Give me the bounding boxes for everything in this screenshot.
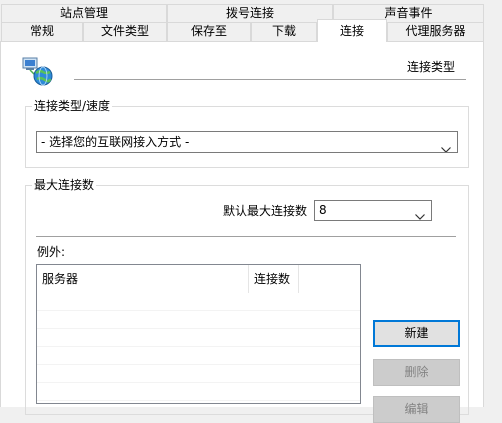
new-button[interactable]: 新建 — [373, 320, 460, 347]
edit-button-label: 编辑 — [404, 402, 429, 416]
column-header-connections-label: 连接数 — [254, 272, 291, 286]
default-max-connections-select[interactable]: 8 — [314, 200, 432, 221]
network-icon — [21, 55, 57, 87]
tab-general[interactable]: 常规 — [1, 22, 83, 41]
tab-download-label: 下载 — [271, 24, 296, 38]
edit-button[interactable]: 编辑 — [373, 396, 460, 423]
connection-type-legend: 连接类型/速度 — [32, 98, 113, 114]
connection-type-group: 连接类型/速度 - 选择您的互联网接入方式 - — [25, 98, 469, 168]
delete-button[interactable]: 删除 — [373, 359, 460, 386]
tab-site-manager[interactable]: 站点管理 — [1, 4, 167, 22]
list-item — [37, 347, 360, 365]
list-item — [37, 293, 360, 311]
tab-general-label: 常规 — [29, 24, 54, 38]
new-button-label: 新建 — [404, 326, 429, 340]
chevron-down-icon — [441, 139, 451, 152]
max-connections-group: 最大连接数 默认最大连接数 8 例外: 服务器 连接数 新建 删除 编辑 — [25, 177, 469, 423]
default-max-connections-label: 默认最大连接数 — [222, 204, 307, 218]
delete-button-label: 删除 — [404, 365, 429, 379]
tab-connection[interactable]: 连接 — [317, 19, 387, 42]
chevron-down-icon — [415, 207, 425, 220]
page-title: 连接类型 — [406, 60, 455, 74]
group-separator — [36, 236, 456, 237]
column-header-server[interactable]: 服务器 — [37, 265, 249, 293]
default-max-connections-value: 8 — [319, 203, 327, 217]
list-item — [37, 311, 360, 329]
connection-tab-page: 连接类型 连接类型/速度 - 选择您的互联网接入方式 - 最大连接数 默认最大连… — [0, 41, 484, 423]
tab-save-to[interactable]: 保存至 — [167, 22, 251, 41]
tab-proxy-server[interactable]: 代理服务器 — [387, 22, 484, 41]
list-item — [37, 329, 360, 347]
column-header-server-label: 服务器 — [42, 272, 79, 286]
list-item — [37, 365, 360, 383]
tab-file-types[interactable]: 文件类型 — [83, 22, 167, 41]
tab-site-manager-label: 站点管理 — [59, 6, 108, 20]
tab-connection-label: 连接 — [339, 24, 364, 38]
tab-sound-events-label: 声音事件 — [384, 6, 433, 20]
max-connections-legend: 最大连接数 — [32, 177, 97, 193]
connection-type-value: - 选择您的互联网接入方式 - — [41, 135, 190, 149]
exceptions-list[interactable]: 服务器 连接数 — [36, 264, 361, 404]
column-header-connections[interactable]: 连接数 — [249, 265, 299, 293]
tab-file-types-label: 文件类型 — [100, 24, 149, 38]
list-item — [37, 383, 360, 401]
tab-save-to-label: 保存至 — [190, 24, 227, 38]
tab-proxy-server-label: 代理服务器 — [405, 24, 466, 38]
title-separator — [74, 79, 466, 80]
tab-dial-up-label: 拨号连接 — [225, 6, 274, 20]
exceptions-label: 例外: — [37, 245, 66, 259]
connection-type-select[interactable]: - 选择您的互联网接入方式 - — [36, 131, 458, 153]
tab-download[interactable]: 下载 — [251, 22, 317, 41]
tab-dial-up[interactable]: 拨号连接 — [167, 4, 333, 22]
